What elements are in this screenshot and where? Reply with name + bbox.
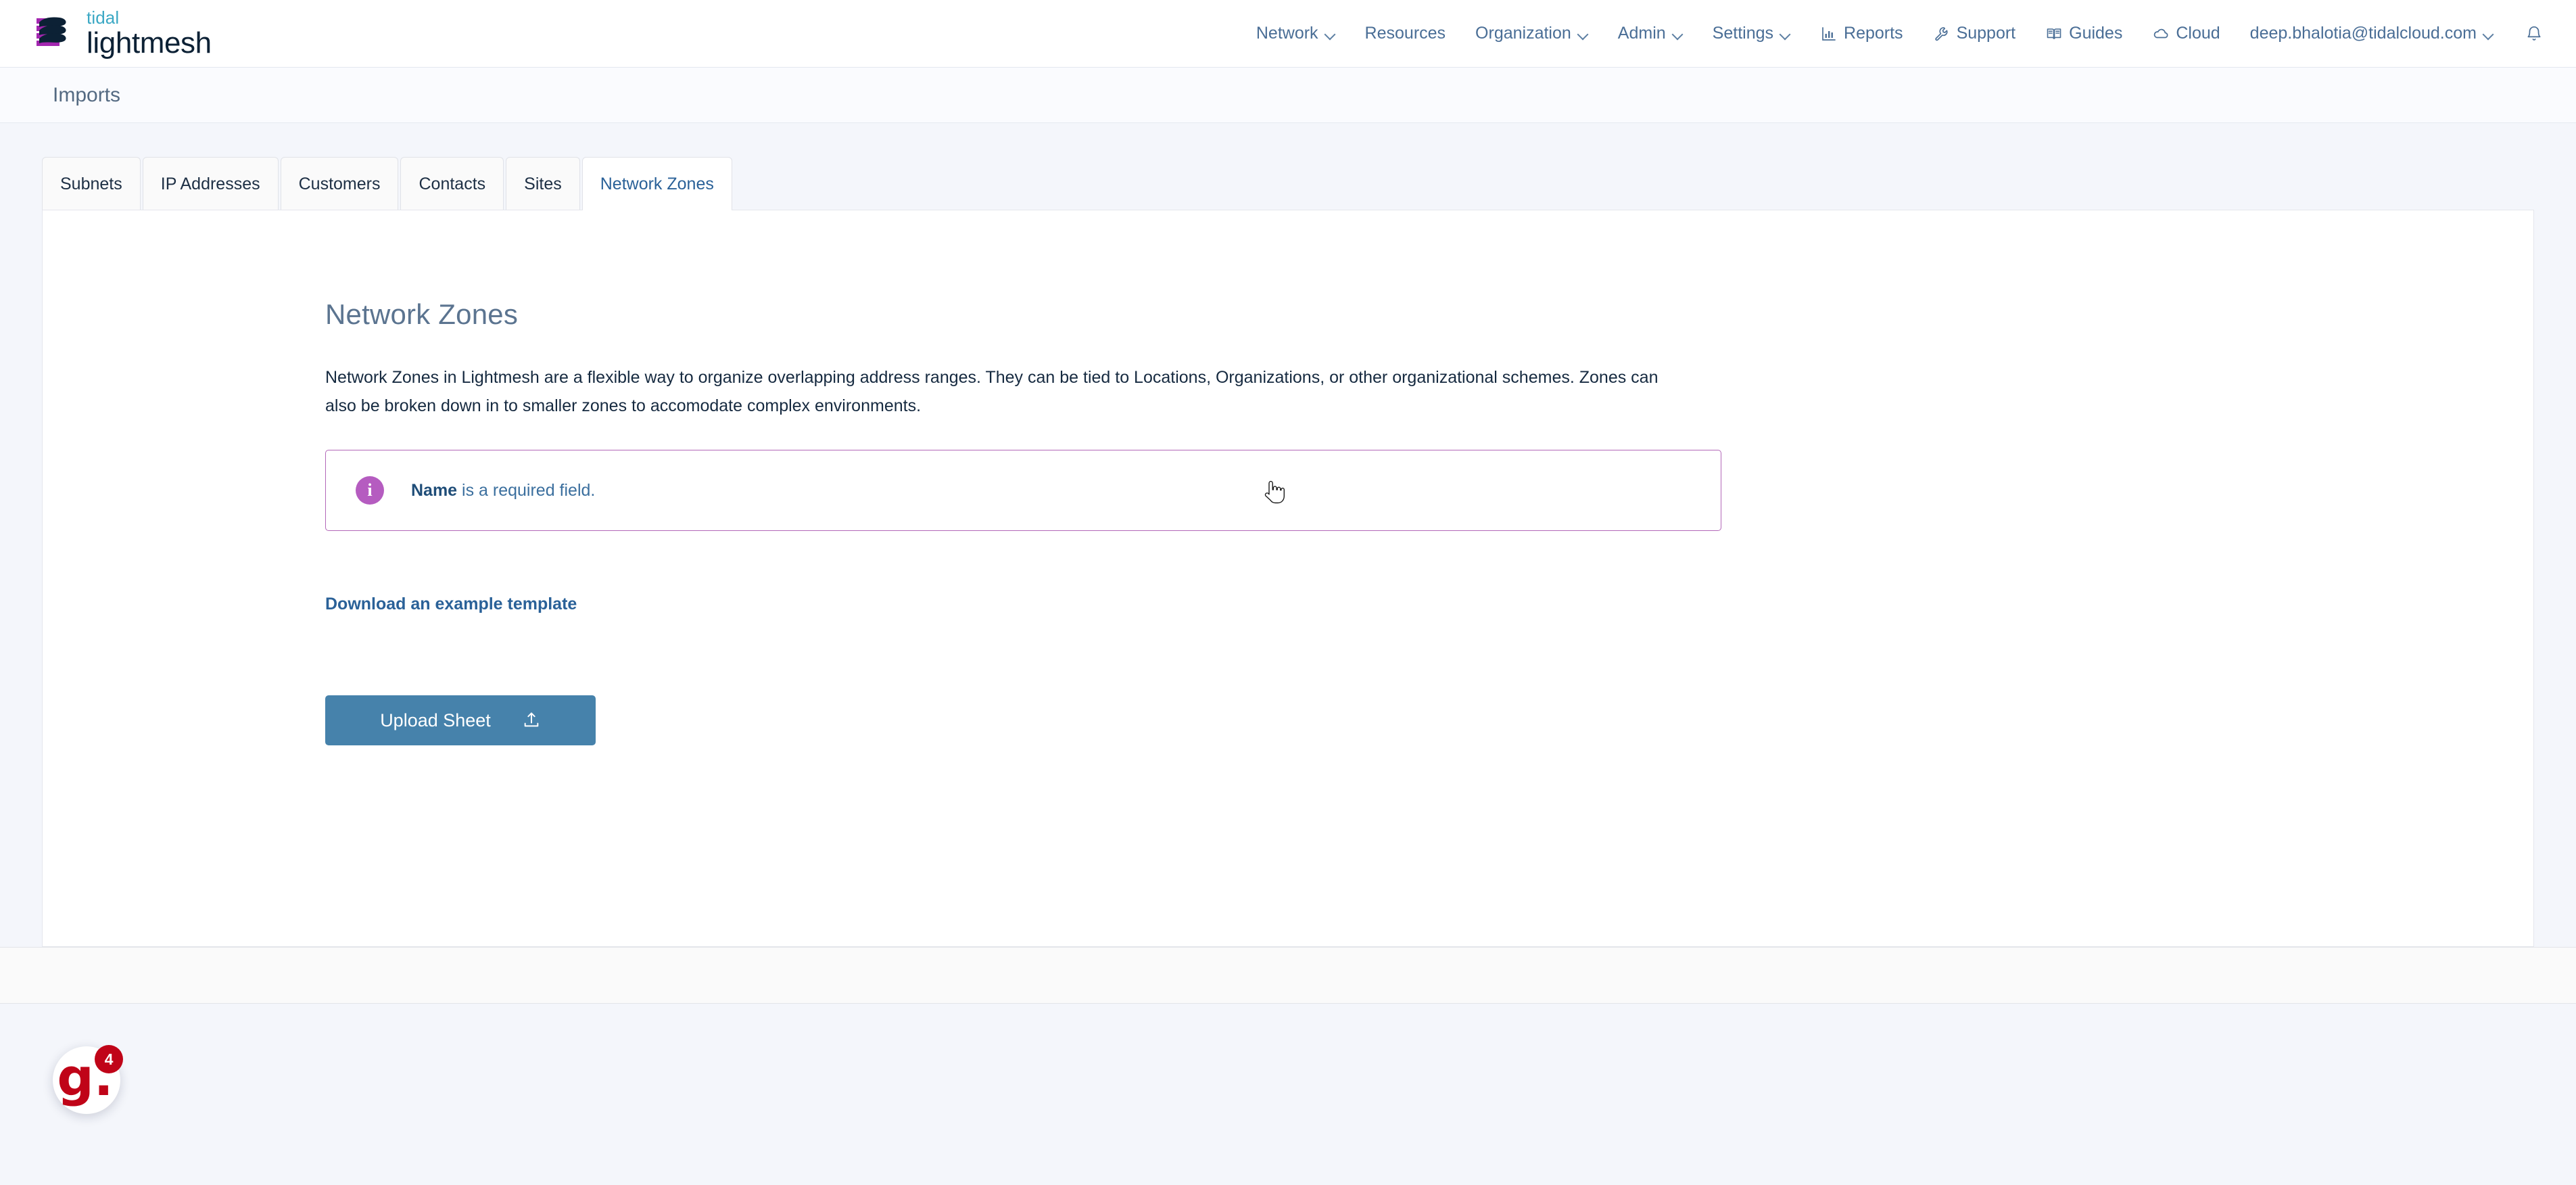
nav-label-admin: Admin (1617, 24, 1666, 43)
download-example-template-link[interactable]: Download an example template (325, 595, 577, 614)
upload-sheet-label: Upload Sheet (380, 710, 491, 730)
page-title: Imports (53, 83, 121, 106)
info-circle-icon: i (356, 476, 384, 505)
chevron-down-icon (1577, 29, 1588, 40)
nav-item-settings[interactable]: Settings (1698, 17, 1805, 50)
tab-label-sites: Sites (524, 175, 562, 193)
nav-label-settings: Settings (1712, 24, 1774, 43)
notifications-button[interactable] (2518, 18, 2550, 50)
help-widget-unread-badge: 4 (95, 1045, 123, 1073)
nav-label-support: Support (1956, 24, 2016, 43)
imports-content-card: Network Zones Network Zones in Lightmesh… (42, 210, 2534, 947)
tab-contacts[interactable]: Contacts (400, 157, 504, 210)
tab-label-customers: Customers (298, 175, 381, 193)
chevron-down-icon (1672, 29, 1683, 40)
required-field-alert: i Name is a required field. (325, 450, 1721, 531)
upload-icon (522, 711, 541, 730)
imports-tab-bar: Subnets IP Addresses Customers Contacts … (0, 123, 2576, 210)
wrench-icon (1933, 25, 1951, 43)
nav-item-cloud[interactable]: Cloud (2137, 17, 2235, 50)
nav-item-resources[interactable]: Resources (1350, 17, 1461, 50)
bar-chart-icon (1820, 25, 1838, 43)
chevron-down-icon (2483, 29, 2494, 40)
alert-message-rest: is a required field. (457, 480, 596, 500)
nav-label-cloud: Cloud (2176, 24, 2220, 43)
book-icon (2045, 25, 2063, 43)
nav-item-network[interactable]: Network (1241, 17, 1350, 50)
nav-label-reports: Reports (1844, 24, 1903, 43)
tab-label-contacts: Contacts (419, 175, 486, 193)
nav-item-organization[interactable]: Organization (1460, 17, 1603, 50)
cloud-icon (2152, 25, 2170, 43)
chevron-down-icon (1780, 29, 1790, 40)
nav-item-guides[interactable]: Guides (2030, 17, 2137, 50)
tab-customers[interactable]: Customers (280, 157, 399, 210)
brand-wordmark: tidal lightmesh (87, 9, 212, 58)
chevron-down-icon (1325, 29, 1335, 40)
tab-label-ip-addresses: IP Addresses (160, 175, 260, 193)
brand-tidal-text: tidal (87, 7, 120, 28)
nav-item-admin[interactable]: Admin (1603, 17, 1698, 50)
user-account-menu[interactable]: deep.bhalotia@tidalcloud.com (2235, 17, 2508, 50)
nav-label-organization: Organization (1475, 24, 1571, 43)
tab-network-zones[interactable]: Network Zones (581, 157, 732, 210)
bell-icon (2525, 25, 2543, 43)
tab-label-network-zones: Network Zones (600, 175, 714, 193)
top-navigation-bar: tidal lightmesh Network Resources Organi… (0, 0, 2576, 68)
user-email-label: deep.bhalotia@tidalcloud.com (2249, 24, 2477, 43)
help-chat-widget-button[interactable]: g. 4 (53, 1045, 123, 1114)
page-body: Subnets IP Addresses Customers Contacts … (0, 123, 2576, 1184)
tab-sites[interactable]: Sites (506, 157, 580, 210)
page-header-bar: Imports (0, 68, 2576, 123)
brand-logo-link[interactable]: tidal lightmesh (35, 9, 212, 58)
lightmesh-stacked-waves-logo-icon (35, 16, 73, 51)
tab-subnets[interactable]: Subnets (42, 157, 141, 210)
nav-label-guides: Guides (2069, 24, 2123, 43)
section-description: Network Zones in Lightmesh are a flexibl… (325, 368, 1659, 415)
nav-label-network: Network (1256, 24, 1318, 43)
nav-item-reports[interactable]: Reports (1805, 17, 1918, 50)
upload-sheet-button[interactable]: Upload Sheet (325, 695, 596, 745)
section-title: Network Zones (325, 298, 519, 330)
tab-ip-addresses[interactable]: IP Addresses (142, 157, 279, 210)
network-zones-import-panel: Network Zones Network Zones in Lightmesh… (43, 210, 2533, 745)
tab-label-subnets: Subnets (60, 175, 122, 193)
brand-lightmesh-text: lightmesh (87, 26, 212, 60)
alert-message: Name is a required field. (411, 481, 595, 501)
nav-label-resources: Resources (1364, 24, 1446, 43)
primary-nav: Network Resources Organization Admin Set… (1241, 17, 2550, 50)
page-footer-strip (0, 947, 2576, 1004)
alert-field-name: Name (411, 480, 458, 500)
nav-item-support[interactable]: Support (1918, 17, 2031, 50)
